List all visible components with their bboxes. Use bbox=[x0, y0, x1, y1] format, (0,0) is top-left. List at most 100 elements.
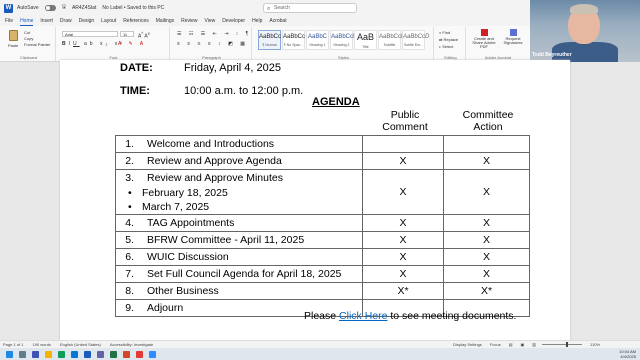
tab-file[interactable]: File bbox=[5, 18, 13, 24]
select-button[interactable]: ▹ Select bbox=[439, 44, 453, 49]
cut-button[interactable]: Cut bbox=[24, 30, 30, 35]
date-label: DATE: bbox=[120, 62, 153, 74]
style-normal[interactable]: AaBbCc ¶ Normal bbox=[258, 30, 281, 50]
read-mode-icon[interactable]: ▤ bbox=[509, 342, 513, 347]
save-icon[interactable]: 🖫 bbox=[62, 4, 66, 12]
status-bar-right: Display Settings Focus ▤ ▣ ▥ 110% bbox=[445, 340, 600, 348]
language-indicator[interactable]: English (United States) bbox=[60, 342, 101, 347]
committee-action-cell: X bbox=[443, 231, 530, 249]
tab-layout[interactable]: Layout bbox=[101, 18, 116, 24]
clipboard-group: Paste Cut Copy Format Painter Clipboard bbox=[2, 27, 56, 61]
paste-button[interactable]: Paste bbox=[8, 43, 18, 48]
public-comment-cell: X bbox=[362, 248, 444, 266]
style-no-spacing[interactable]: AaBbCc ¶ No Spac... bbox=[282, 30, 305, 50]
start-icon[interactable] bbox=[6, 350, 13, 358]
create-pdf-button[interactable]: Create and Share Adobe PDF bbox=[470, 29, 498, 49]
filename[interactable]: AR4Z4Stat bbox=[72, 5, 96, 11]
agenda-row: 1. Welcome and Introductions bbox=[115, 135, 530, 153]
public-comment-header: Public Comment bbox=[382, 109, 428, 133]
word-taskbar-icon[interactable] bbox=[84, 350, 91, 358]
font-color-icons[interactable]: A ✎ A bbox=[118, 41, 146, 47]
taskbar-search-icon[interactable] bbox=[19, 350, 26, 358]
public-comment-cell: X bbox=[362, 231, 444, 249]
outlook-icon[interactable] bbox=[71, 350, 78, 358]
search-icon: ⌕ bbox=[267, 6, 271, 12]
font-name-select[interactable]: Arial bbox=[62, 31, 118, 37]
tab-acrobat[interactable]: Acrobat bbox=[269, 18, 286, 24]
powerpoint-icon[interactable] bbox=[123, 350, 130, 358]
page-count[interactable]: Page 1 of 1 bbox=[3, 342, 23, 347]
agenda-row: 2. Review and Approve Agenda X X bbox=[115, 152, 530, 170]
tab-help[interactable]: Help bbox=[252, 18, 262, 24]
tab-mailings[interactable]: Mailings bbox=[156, 18, 174, 24]
agenda-item-text: Adjourn bbox=[147, 302, 184, 314]
file-explorer-icon[interactable] bbox=[45, 350, 52, 358]
acrobat-group: Create and Share Adobe PDF Request Signa… bbox=[468, 27, 528, 61]
word-count[interactable]: 190 words bbox=[32, 342, 50, 347]
tab-draw[interactable]: Draw bbox=[60, 18, 72, 24]
time-label: TIME: bbox=[120, 85, 150, 97]
tab-view[interactable]: View bbox=[205, 18, 216, 24]
zoom-level[interactable]: 110% bbox=[590, 342, 600, 347]
committee-action-cell: X bbox=[443, 214, 530, 232]
task-view-icon[interactable] bbox=[32, 350, 39, 358]
style-subtle-emphasis[interactable]: AaBbCcD Subtle Em... bbox=[402, 30, 429, 50]
time-value: 10:00 a.m. to 12:00 p.m. bbox=[184, 85, 304, 97]
font-size-select[interactable]: 11 bbox=[120, 31, 134, 37]
tab-home[interactable]: Home bbox=[20, 18, 34, 26]
format-buttons[interactable]: BIU ab x₂ x² bbox=[62, 41, 125, 47]
tab-developer[interactable]: Developer bbox=[222, 18, 245, 24]
webcam-video: Todd Beyreuther bbox=[530, 0, 640, 62]
edge-icon[interactable] bbox=[58, 350, 65, 358]
display-settings-button[interactable]: Display Settings bbox=[453, 342, 482, 347]
format-painter-button[interactable]: Format Painter bbox=[24, 42, 50, 47]
tab-insert[interactable]: Insert bbox=[40, 18, 53, 24]
zoom-slider[interactable] bbox=[542, 341, 583, 347]
style-subtitle[interactable]: AaBbCcD Subtitle bbox=[378, 30, 405, 50]
web-layout-icon[interactable]: ▥ bbox=[532, 342, 536, 347]
document-page[interactable]: DATE: Friday, April 4, 2025 TIME: 10:00 … bbox=[60, 60, 570, 350]
style-heading-2[interactable]: AaBbCcI Heading 2 bbox=[330, 30, 355, 50]
document-area[interactable]: DATE: Friday, April 4, 2025 TIME: 10:00 … bbox=[0, 60, 640, 350]
align-icons[interactable]: ≡ ≡ ≡ ≡ ↕ ◩ ▦ bbox=[177, 41, 248, 47]
acrobat-taskbar-icon[interactable] bbox=[136, 350, 143, 358]
signature-icon bbox=[509, 29, 517, 36]
system-tray-clock[interactable]: 10:04 AM 4/4/2025 bbox=[619, 348, 636, 360]
agenda-row: 5. BFRW Committee - April 11, 2025 X X bbox=[115, 231, 530, 249]
style-title[interactable]: AaB Title bbox=[354, 30, 377, 50]
committee-action-header: Committee Action bbox=[462, 109, 514, 133]
search-input[interactable]: ⌕ Search bbox=[263, 3, 357, 13]
paragraph-group: ☰ ☷ ☰ ⇤ ⇥ ↕ ¶ ≡ ≡ ≡ ≡ ↕ ◩ ▦ Paragraph bbox=[172, 27, 252, 61]
agenda-item-text: Review and Approve Agenda bbox=[147, 155, 282, 167]
print-layout-icon[interactable]: ▣ bbox=[521, 342, 525, 347]
agenda-subitem: March 7, 2025 bbox=[116, 200, 362, 214]
public-comment-cell: X bbox=[362, 214, 444, 232]
find-button[interactable]: ⌕ Find bbox=[439, 30, 450, 35]
autosave-toggle[interactable] bbox=[44, 5, 56, 11]
replace-button[interactable]: ⇄ Replace bbox=[439, 37, 458, 42]
tab-references[interactable]: References bbox=[123, 18, 149, 24]
paste-icon[interactable] bbox=[9, 30, 18, 41]
copy-button[interactable]: Copy bbox=[24, 36, 33, 41]
ribbon: Paste Cut Copy Format Painter Clipboard … bbox=[0, 26, 530, 62]
excel-icon[interactable] bbox=[110, 350, 117, 358]
agenda-row: 3.Review and Approve Minutes February 18… bbox=[115, 169, 530, 215]
tab-design[interactable]: Design bbox=[79, 18, 95, 24]
zoom-app-icon[interactable] bbox=[149, 350, 156, 358]
agenda-item-text: TAG Appointments bbox=[147, 217, 235, 229]
agenda-subitem: February 18, 2025 bbox=[116, 186, 362, 200]
accessibility-checker[interactable]: Accessibility: Investigate bbox=[110, 342, 153, 347]
request-signatures-button[interactable]: Request Signatures bbox=[500, 29, 526, 45]
label-status[interactable]: No Label • Saved to this PC bbox=[102, 5, 164, 11]
grow-font-icon[interactable]: A^ Av bbox=[138, 31, 150, 40]
committee-action-cell: X* bbox=[443, 282, 530, 300]
agenda-row: 7. Set Full Council Agenda for April 18, … bbox=[115, 265, 530, 283]
list-icons[interactable]: ☰ ☷ ☰ ⇤ ⇥ ↕ ¶ bbox=[177, 31, 251, 37]
focus-button[interactable]: Focus bbox=[490, 342, 501, 347]
tab-review[interactable]: Review bbox=[181, 18, 197, 24]
click-here-link[interactable]: Click Here bbox=[339, 310, 387, 322]
ribbon-tabs: File Home Insert Draw Design Layout Refe… bbox=[0, 16, 530, 26]
public-comment-cell: X bbox=[362, 169, 444, 215]
teams-icon[interactable] bbox=[97, 350, 104, 358]
style-heading-1[interactable]: AaBbC Heading 1 bbox=[306, 30, 329, 50]
